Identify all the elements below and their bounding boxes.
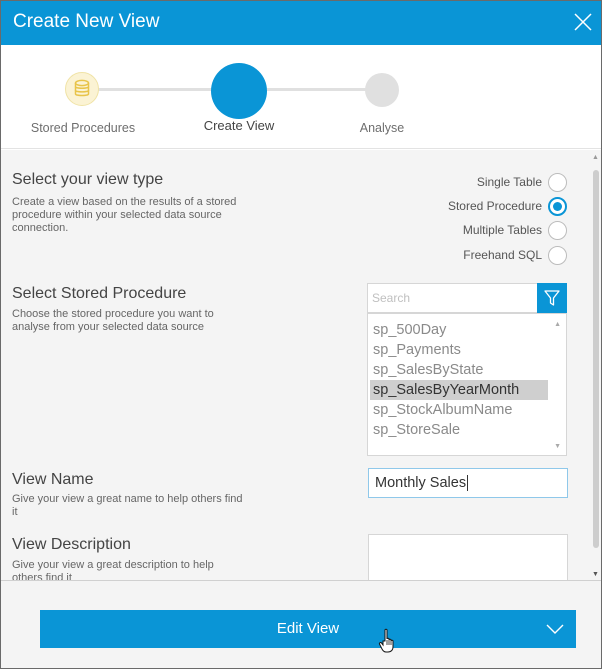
chevron-down-icon[interactable] bbox=[546, 622, 564, 636]
step-stored-procedures[interactable] bbox=[65, 72, 99, 106]
list-item[interactable]: sp_StockAlbumName bbox=[370, 400, 512, 420]
close-icon[interactable] bbox=[571, 10, 595, 34]
stored-procedure-title: Select Stored Procedure bbox=[12, 285, 187, 302]
text-caret bbox=[467, 475, 469, 492]
dialog-footer: Edit View bbox=[1, 580, 601, 668]
list-item-selected[interactable]: sp_SalesByYearMonth bbox=[370, 380, 548, 400]
step-create-view[interactable] bbox=[211, 63, 267, 119]
list-item[interactable]: sp_Payments bbox=[370, 340, 461, 360]
dialog-title: Create New View bbox=[13, 11, 160, 32]
list-scroll-down-icon[interactable]: ▼ bbox=[554, 443, 561, 450]
scroll-up-icon[interactable]: ▲ bbox=[592, 154, 599, 161]
radio-freehand-sql[interactable]: Freehand SQL bbox=[463, 244, 567, 266]
scrollbar-thumb[interactable] bbox=[593, 170, 599, 548]
view-description-textarea[interactable] bbox=[368, 534, 568, 580]
scroll-down-icon[interactable]: ▼ bbox=[592, 571, 599, 578]
procedure-search-input[interactable] bbox=[368, 284, 537, 312]
filter-button[interactable] bbox=[537, 283, 567, 313]
view-name-title: View Name bbox=[12, 471, 94, 488]
create-view-dialog: Create New View Stored Procedures Create… bbox=[0, 0, 602, 669]
list-scroll-up-icon[interactable]: ▲ bbox=[554, 321, 561, 328]
filter-icon bbox=[544, 290, 560, 306]
radio-button-selected[interactable] bbox=[548, 196, 567, 216]
radio-single-table[interactable]: Single Table bbox=[477, 171, 567, 193]
view-description-description: Give your view a great description to he… bbox=[12, 559, 214, 580]
step-label-stored-procedures: Stored Procedures bbox=[30, 121, 136, 135]
step-label-analyse: Analyse bbox=[359, 121, 405, 135]
step-connector bbox=[267, 88, 367, 91]
view-type-description: Create a view based on the results of a … bbox=[12, 196, 237, 234]
content-scrollbar[interactable]: ▲ ▼ bbox=[590, 150, 601, 580]
radio-stored-procedure[interactable]: Stored Procedure bbox=[448, 195, 567, 217]
step-connector bbox=[98, 88, 213, 91]
list-item[interactable]: sp_SalesByState bbox=[370, 360, 483, 380]
step-analyse[interactable] bbox=[365, 73, 399, 107]
wizard-stepper: Stored Procedures Create View Analyse bbox=[1, 45, 601, 149]
view-type-title: Select your view type bbox=[12, 171, 164, 188]
procedure-list[interactable]: sp_500Day sp_Payments sp_SalesByState sp… bbox=[367, 313, 567, 456]
list-item[interactable]: sp_500Day bbox=[370, 320, 446, 340]
procedure-search-box bbox=[367, 283, 537, 313]
view-name-input[interactable]: Monthly Sales bbox=[368, 468, 568, 498]
form-content: Select your view type Create a view base… bbox=[1, 150, 601, 580]
step-label-create-view: Create View bbox=[203, 118, 275, 133]
radio-button[interactable] bbox=[548, 172, 567, 192]
hand-cursor-icon bbox=[378, 628, 394, 653]
radio-button[interactable] bbox=[548, 245, 567, 265]
list-item[interactable]: sp_StoreSale bbox=[370, 420, 460, 440]
radio-button[interactable] bbox=[548, 220, 567, 240]
database-icon bbox=[74, 79, 90, 97]
radio-multiple-tables[interactable]: Multiple Tables bbox=[463, 219, 567, 241]
dialog-titlebar: Create New View bbox=[1, 1, 601, 45]
view-name-description: Give your view a great name to help othe… bbox=[12, 493, 243, 518]
edit-view-button[interactable]: Edit View bbox=[40, 610, 576, 648]
stored-procedure-description: Choose the stored procedure you want to … bbox=[12, 308, 214, 333]
view-description-title: View Description bbox=[12, 536, 131, 553]
